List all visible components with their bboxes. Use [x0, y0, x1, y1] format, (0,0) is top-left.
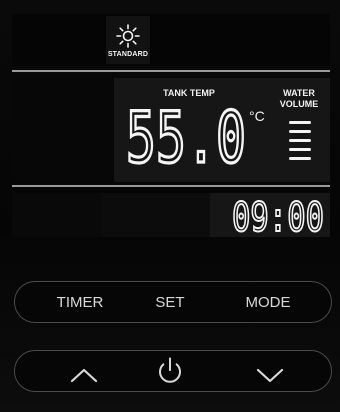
- temperature-value: 55.0: [126, 104, 246, 166]
- set-button[interactable]: SET: [140, 294, 200, 311]
- mode-strip: [12, 14, 330, 66]
- temperature-unit: °C: [249, 108, 265, 124]
- water-volume-bar: [289, 121, 311, 124]
- sun-icon: [116, 24, 140, 48]
- tank-temp-label: TANK TEMP: [163, 88, 215, 98]
- control-panel: STANDARD TANK TEMP 55.0 °C WATER VOLUME …: [0, 0, 340, 412]
- mode-button[interactable]: MODE: [228, 294, 308, 311]
- water-volume-bar: [289, 157, 311, 160]
- chevron-down-icon[interactable]: [250, 360, 290, 390]
- water-volume-bar: [289, 139, 311, 142]
- water-label-line1: WATER: [283, 88, 315, 98]
- power-icon[interactable]: [150, 356, 190, 386]
- timer-button[interactable]: TIMER: [40, 294, 120, 311]
- bottom-divider: [12, 185, 330, 187]
- water-volume-gauge: [289, 121, 311, 169]
- temperature-readout: 55.0: [126, 104, 248, 166]
- left-display-segment: [12, 78, 114, 178]
- water-label-line2: VOLUME: [279, 99, 319, 109]
- chevron-up-icon[interactable]: [64, 360, 104, 390]
- water-volume-label: WATER VOLUME: [274, 88, 324, 110]
- water-volume-bar: [289, 148, 311, 151]
- clock-value: 09:00: [232, 198, 324, 234]
- top-divider: [12, 70, 330, 72]
- mode-label: STANDARD: [107, 51, 149, 58]
- lower-display-segment-1: [12, 193, 102, 237]
- water-volume-bar: [289, 130, 311, 133]
- clock-readout: 09:00: [232, 198, 324, 234]
- lower-display-segment-2: [102, 193, 210, 237]
